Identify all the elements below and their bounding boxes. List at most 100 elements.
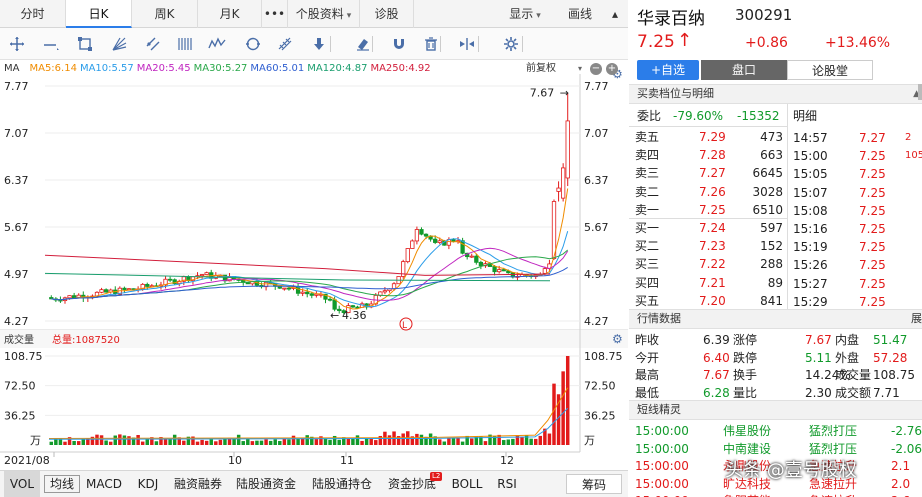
tab-5[interactable]: 个股资料 <box>288 0 360 28</box>
tab-2[interactable]: 周K <box>132 0 198 28</box>
vol-tick-right: 108.75 <box>584 350 623 363</box>
volume-bar <box>296 438 300 445</box>
ask-row[interactable]: 卖一 7.25 6510 <box>629 201 787 219</box>
bid-row[interactable]: 买二 7.23 152 <box>629 237 787 255</box>
magnet-icon[interactable] <box>388 34 410 54</box>
volume-bar <box>255 440 259 445</box>
gear-icon[interactable] <box>500 34 522 54</box>
adjust-mode-dropdown[interactable]: 前复权 <box>526 61 556 77</box>
collapse-up-icon[interactable]: ▴ <box>604 0 626 28</box>
indicator-tab-5[interactable]: 陆股通资金 <box>230 471 302 497</box>
volume-bar <box>76 441 81 445</box>
quote-value: 7.71 <box>873 385 900 400</box>
candle-body <box>199 274 205 277</box>
signal-row[interactable]: 15:00:00 中南建设 猛烈打压 -2.06 <box>629 440 922 458</box>
trade-detail-row: 15:19 7.25 <box>793 238 922 256</box>
signal-time: 15:00:00 <box>635 492 689 497</box>
tab-1[interactable]: 日K <box>66 0 132 28</box>
indicator-label: 资金抄底 <box>387 477 436 491</box>
ask-row[interactable]: 卖五 7.29 473 <box>629 128 787 146</box>
toolbar-separator <box>440 36 441 52</box>
indicator-tab-0[interactable]: VOL <box>4 471 40 497</box>
ask-price: 7.28 <box>699 148 726 163</box>
bid-row[interactable]: 买四 7.21 89 <box>629 274 787 292</box>
tab-6[interactable]: 诊股 <box>360 0 414 28</box>
indicator-tab-4[interactable]: 融资融券 <box>168 471 228 497</box>
indicator-tab-1[interactable]: 均线 <box>44 475 80 493</box>
candle-body <box>204 272 209 275</box>
pankou-tab[interactable]: 盘口 <box>701 60 787 80</box>
bid-price: 7.20 <box>699 293 726 308</box>
volume-bar <box>204 440 209 445</box>
chip-distribution-button[interactable]: 筹码 <box>566 474 622 494</box>
volume-bar <box>538 435 543 445</box>
add-watchlist-button[interactable]: +自选 <box>637 60 699 80</box>
ask-volume: 473 <box>760 130 783 144</box>
candle-body <box>300 291 305 294</box>
bid-row[interactable]: 买一 7.24 597 <box>629 219 787 237</box>
candle-body <box>282 287 287 290</box>
indicator-label: 融资融券 <box>173 477 222 491</box>
ask-row[interactable]: 卖三 7.27 6645 <box>629 164 787 182</box>
volume-bar <box>63 441 67 445</box>
ruler-icon[interactable] <box>274 34 296 54</box>
forum-tab[interactable]: 论股堂 <box>787 60 873 80</box>
chart-background <box>0 60 628 497</box>
volume-bar <box>278 440 282 445</box>
crosshair-icon[interactable] <box>6 34 28 54</box>
tab-3[interactable]: 月K <box>198 0 262 28</box>
volume-bar <box>552 383 556 445</box>
volume-bar <box>113 435 118 445</box>
trash-icon[interactable] <box>420 34 442 54</box>
quote-value: 51.47 <box>873 333 908 347</box>
tab-4[interactable]: ••• <box>262 0 288 28</box>
bid-volume: 841 <box>760 293 783 308</box>
dropdown-arrow-icon: ▾ <box>578 64 583 73</box>
expand-link[interactable]: 展 <box>911 310 922 328</box>
volume-settings-icon[interactable]: ⚙ <box>612 332 623 346</box>
channel-icon[interactable] <box>142 34 164 54</box>
ask-row[interactable]: 卖二 7.26 3028 <box>629 183 787 201</box>
bid-row[interactable]: 买五 7.20 841 <box>629 292 787 310</box>
bars-icon[interactable] <box>174 34 196 54</box>
zoom-out-icon[interactable]: − <box>590 63 602 75</box>
split-icon[interactable] <box>456 34 478 54</box>
line-icon[interactable] <box>40 34 62 54</box>
fan-icon[interactable] <box>108 34 130 54</box>
zoom-in-icon[interactable]: + <box>606 63 618 75</box>
volume-bar <box>291 435 296 445</box>
indicator-tab-8[interactable]: BOLL <box>446 471 488 497</box>
trade-time: 15:27 <box>793 276 828 291</box>
eraser-icon[interactable] <box>352 34 374 54</box>
show-menu-button[interactable]: 显示 <box>496 0 554 28</box>
draw-line-button[interactable]: 画线 <box>558 0 602 28</box>
volume-bar <box>360 440 364 445</box>
signal-time: 15:00:00 <box>635 459 689 473</box>
scrollbar[interactable] <box>918 84 922 100</box>
cycle-icon[interactable] <box>242 34 264 54</box>
trade-detail-row: 15:07 7.25 <box>793 184 922 202</box>
down-arrow-icon[interactable] <box>308 34 330 54</box>
vol-tick-left: 72.50 <box>4 380 36 393</box>
y-tick-right: 6.37 <box>584 174 609 187</box>
indicator-tab-9[interactable]: RSI <box>490 471 524 497</box>
wave-icon[interactable] <box>206 34 228 54</box>
bid-row[interactable]: 买三 7.22 288 <box>629 255 787 273</box>
candle-body <box>460 240 465 254</box>
indicator-tab-3[interactable]: KDJ <box>130 471 166 497</box>
trade-price: 7.25 <box>859 167 886 182</box>
indicator-tab-2[interactable]: MACD <box>82 471 126 497</box>
ratio-label: 委比 <box>637 109 662 123</box>
kline-chart[interactable]: 7.77 7.77 7.07 7.07 6.37 6.37 5.67 5.67 4.97 4.97… <box>0 60 628 497</box>
ma-value: MA5:6.14 <box>29 63 77 74</box>
indicator-tab-6[interactable]: 陆股通持仓 <box>306 471 378 497</box>
quote-label: 内盘 <box>835 333 860 347</box>
signal-row[interactable]: 15:00:00 鲁阳节能 急速拉升 2.6 <box>629 492 922 497</box>
ask-row[interactable]: 卖四 7.28 663 <box>629 146 787 164</box>
signal-time: 15:00:00 <box>635 476 689 491</box>
trade-price: 7.25 <box>859 276 886 291</box>
candle-body <box>405 248 410 263</box>
rect-icon[interactable] <box>74 34 96 54</box>
tab-0[interactable]: 分时 <box>0 0 66 28</box>
signal-row[interactable]: 15:00:00 伟星股份 猛烈打压 -2.76 <box>629 422 922 440</box>
